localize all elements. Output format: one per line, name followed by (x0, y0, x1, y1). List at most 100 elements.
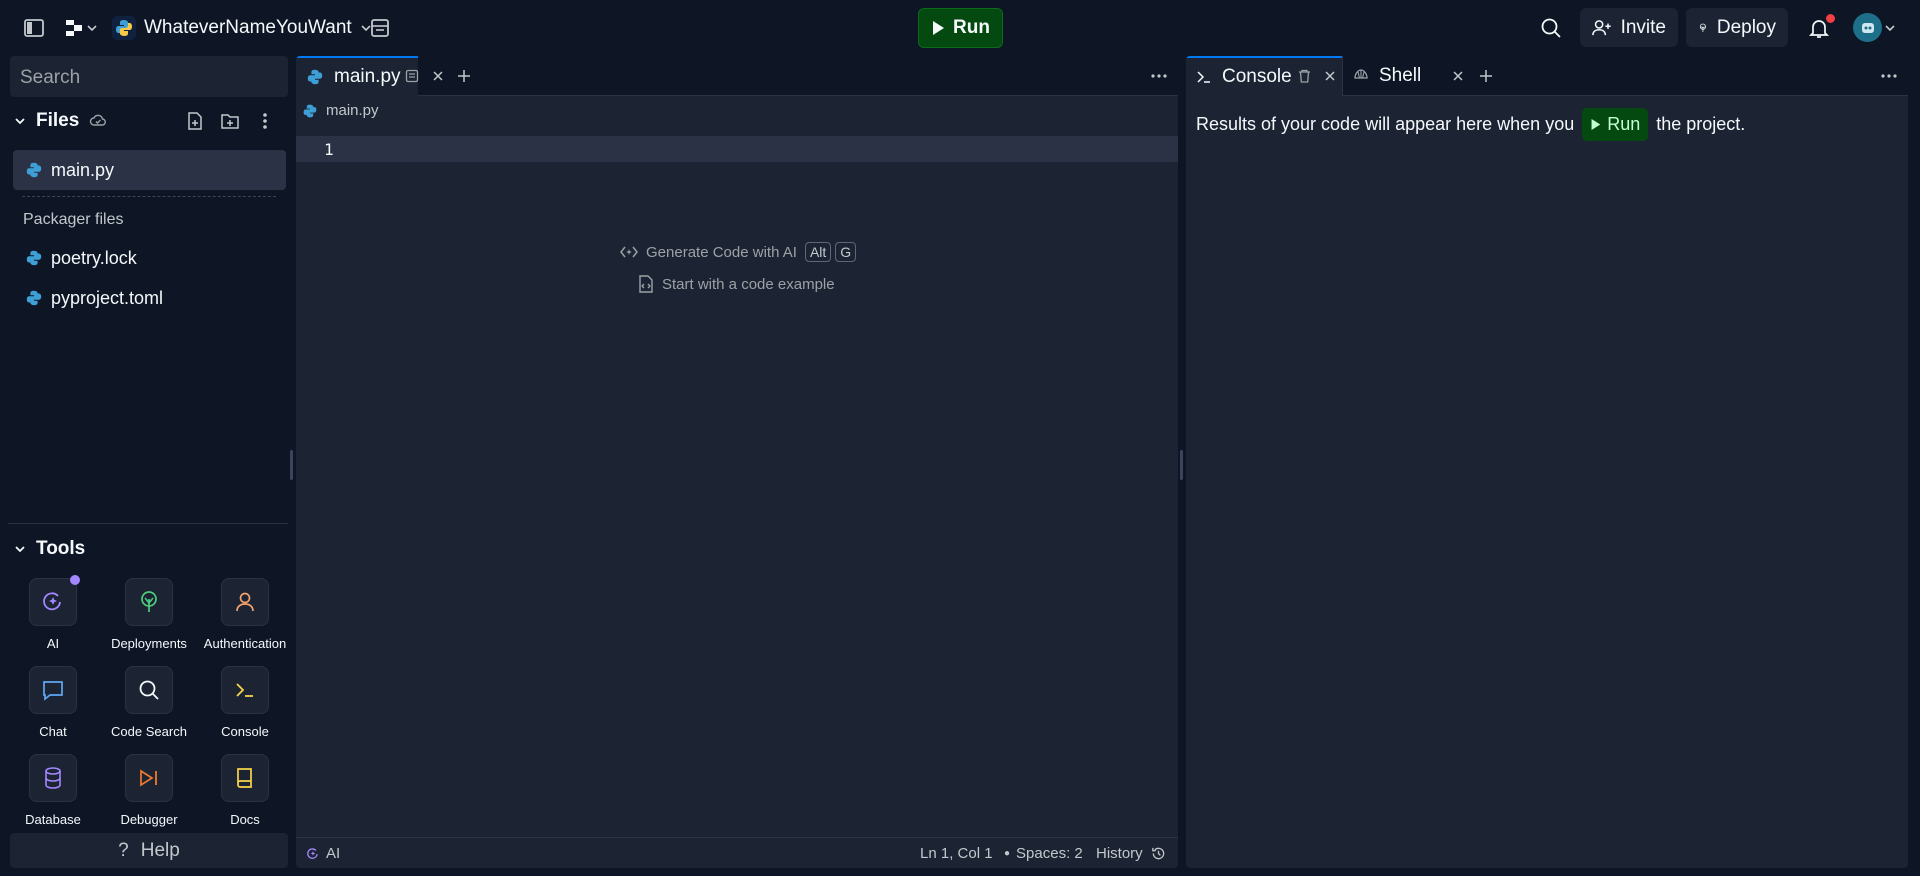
inline-run-button[interactable]: Run (1582, 108, 1649, 141)
cloud-check-icon (90, 114, 107, 126)
invite-button[interactable]: Invite (1580, 8, 1678, 47)
run-button[interactable]: Run (918, 8, 1003, 48)
tab-label: Console (1222, 66, 1292, 87)
pane-resize-handle[interactable] (1180, 450, 1183, 480)
breadcrumb-item[interactable]: main.py (326, 102, 379, 119)
python-icon (112, 16, 136, 40)
file-item-pyproject-toml[interactable]: pyproject.toml (13, 278, 286, 318)
file-name: pyproject.toml (51, 287, 164, 308)
tool-deployments[interactable]: Deployments (101, 578, 197, 651)
bullet-icon: ● (1004, 848, 1011, 859)
ai-icon (307, 847, 318, 859)
console-message-text: Results of your code will appear here wh… (1196, 114, 1575, 134)
sidebar-toggle-icon[interactable] (22, 16, 46, 40)
avatar[interactable] (1853, 13, 1882, 42)
close-icon[interactable] (1450, 68, 1466, 84)
chevron-down-icon (15, 546, 25, 553)
tools-title: Tools (36, 538, 86, 559)
chevron-down-icon (15, 118, 25, 125)
ai-code-icon (620, 246, 638, 258)
split-icon[interactable] (404, 68, 420, 84)
close-icon[interactable] (1322, 68, 1338, 84)
tool-console[interactable]: Console (197, 666, 293, 739)
project-name-label: WhateverNameYouWant (144, 17, 352, 38)
shell-icon (1354, 69, 1368, 79)
trash-icon[interactable] (1296, 68, 1312, 84)
replit-logo-menu-icon[interactable] (62, 16, 100, 40)
tool-authentication[interactable]: Authentication (197, 578, 293, 651)
editor-tab-bar: main.py (296, 56, 1178, 96)
tool-chat[interactable]: Chat (5, 666, 101, 739)
top-bar: WhateverNameYouWant Run Invite Deploy (0, 0, 1920, 55)
file-item-main-py[interactable]: main.py (13, 150, 286, 190)
tool-debugger[interactable]: Debugger (101, 754, 197, 827)
search-input[interactable]: Search (10, 56, 288, 97)
files-title: Files (36, 110, 80, 131)
tool-label: Console (221, 724, 269, 739)
tool-ai[interactable]: AI (5, 578, 101, 651)
file-code-icon (639, 275, 653, 293)
help-button[interactable]: ? Help (10, 833, 288, 868)
search-icon (125, 666, 173, 714)
tool-label: Database (25, 812, 81, 827)
tool-label: Docs (230, 812, 260, 827)
help-label: Help (140, 839, 180, 861)
tool-database[interactable]: Database (5, 754, 101, 827)
tab-label: Shell (1379, 65, 1422, 86)
search-icon[interactable] (1538, 15, 1564, 41)
files-section-header[interactable]: Files (14, 110, 107, 132)
tab-shell[interactable]: Shell (1342, 56, 1450, 96)
ai-status-label: AI (326, 845, 341, 862)
cursor-position[interactable]: Ln 1, Col 1 (920, 845, 993, 862)
new-folder-icon[interactable] (219, 110, 241, 132)
divider (22, 196, 276, 197)
packager-files-label: Packager files (23, 211, 124, 228)
new-file-icon[interactable] (184, 110, 206, 132)
ai-status[interactable]: AI (306, 845, 340, 862)
tab-main-py[interactable]: main.py (296, 56, 418, 96)
add-tab-icon[interactable] (1478, 68, 1494, 84)
history-button[interactable]: History (1096, 845, 1166, 862)
sidebar-resize-handle[interactable] (290, 450, 293, 480)
user-icon (221, 578, 269, 626)
generate-code-label: Generate Code with AI (646, 243, 797, 261)
tool-label: Deployments (111, 636, 187, 651)
file-name: poetry.lock (51, 247, 137, 268)
history-icon (1151, 847, 1164, 860)
generate-code-hint[interactable]: Generate Code with AI Alt G (620, 242, 857, 262)
breadcrumb: main.py (302, 102, 379, 119)
invite-label: Invite (1620, 16, 1666, 38)
more-horizontal-icon[interactable] (1880, 68, 1898, 84)
deploy-button[interactable]: Deploy (1686, 8, 1788, 47)
tool-docs[interactable]: Docs (197, 754, 293, 827)
divider (8, 523, 288, 524)
tool-label: Debugger (120, 812, 178, 827)
code-example-label: Start with a code example (662, 275, 835, 293)
line-number: 1 (324, 140, 334, 159)
tab-label: main.py (334, 66, 401, 87)
chevron-down-icon[interactable] (1884, 22, 1896, 34)
ai-badge (70, 575, 80, 585)
layout-icon[interactable] (368, 16, 392, 40)
debugger-icon (125, 754, 173, 802)
code-example-hint[interactable]: Start with a code example (638, 275, 835, 293)
tools-section-header[interactable]: Tools (14, 538, 85, 560)
indent-setting[interactable]: ● Spaces: 2 (1004, 845, 1083, 862)
book-icon (221, 754, 269, 802)
more-horizontal-icon[interactable] (1150, 68, 1168, 84)
file-item-poetry-lock[interactable]: poetry.lock (13, 238, 286, 278)
database-icon (29, 754, 77, 802)
project-switcher[interactable]: WhateverNameYouWant (112, 14, 372, 42)
python-icon (26, 162, 42, 178)
editor-status-bar: AI Ln 1, Col 1 ● Spaces: 2 History (296, 837, 1178, 868)
deployments-icon (125, 578, 173, 626)
history-label: History (1096, 845, 1143, 862)
add-tab-icon[interactable] (456, 68, 472, 84)
tool-label: Chat (39, 724, 67, 739)
question-icon: ? (118, 839, 129, 861)
tool-code-search[interactable]: Code Search (101, 666, 197, 739)
more-vertical-icon[interactable] (254, 110, 276, 132)
tab-console[interactable]: Console (1186, 56, 1342, 96)
close-icon[interactable] (430, 68, 446, 84)
python-icon (303, 104, 317, 117)
